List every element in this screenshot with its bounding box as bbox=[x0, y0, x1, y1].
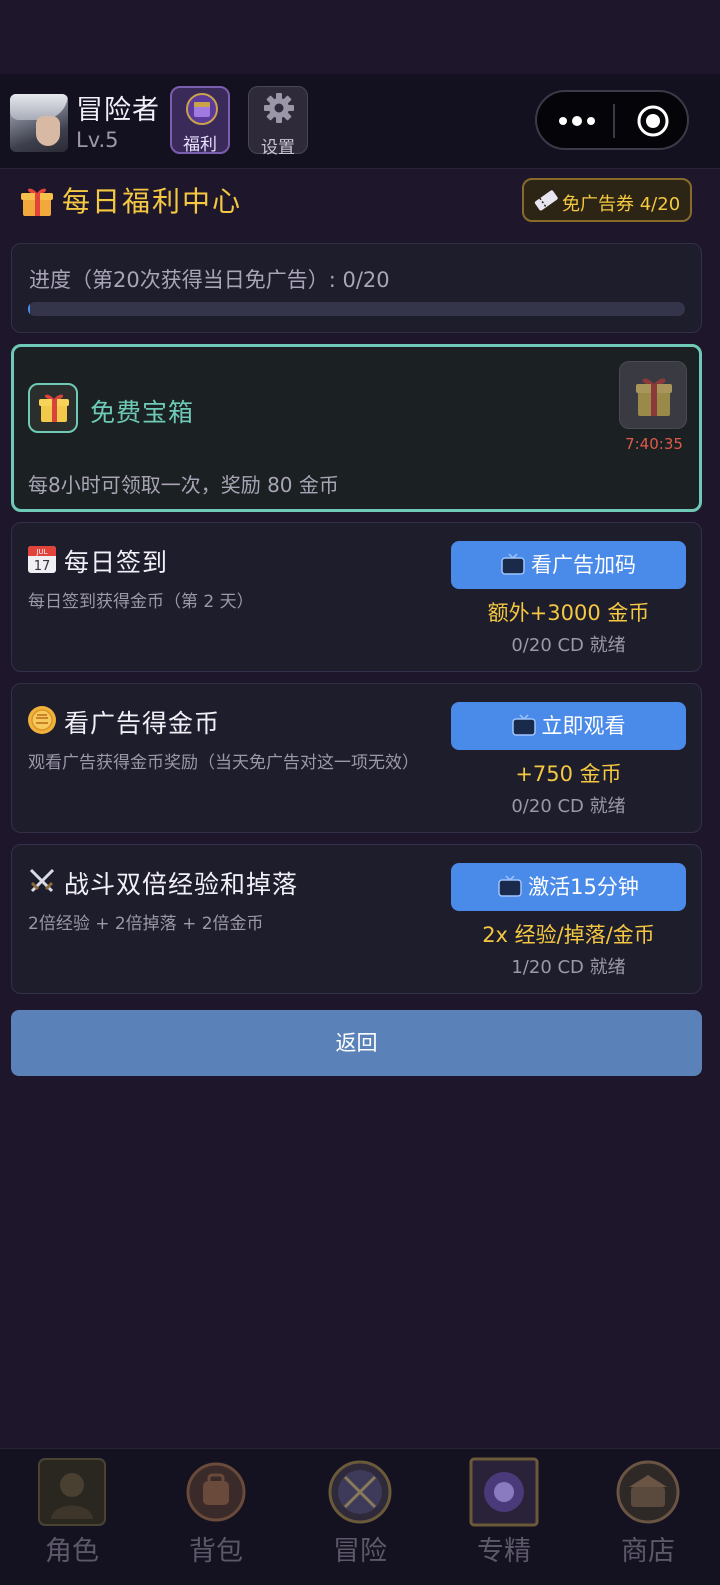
locked-gift-icon bbox=[636, 378, 672, 416]
coin-icon bbox=[28, 706, 56, 734]
mini-program-capsule bbox=[535, 90, 689, 150]
tv-icon bbox=[501, 553, 525, 575]
settings-button[interactable]: 设置 bbox=[248, 86, 308, 158]
welfare-label: 福利 bbox=[183, 135, 217, 155]
character-icon bbox=[38, 1458, 106, 1526]
svg-text:JUL: JUL bbox=[35, 548, 47, 556]
progress-card: 进度（第20次获得当日免广告）: 0/20 bbox=[11, 243, 702, 333]
coupon-count: 免广告券 4/20 bbox=[562, 194, 681, 215]
mastery-icon bbox=[469, 1457, 539, 1527]
task-reward: +750 金币 bbox=[515, 762, 622, 786]
more-icon[interactable] bbox=[557, 110, 597, 132]
task-daily-checkin: JUL 17 每日签到 每日签到获得金币（第 2 天） 看广告加码 额外+300… bbox=[11, 522, 702, 672]
claim-chest-button[interactable] bbox=[619, 361, 687, 429]
nav-label: 背包 bbox=[189, 1536, 243, 1567]
back-button[interactable]: 返回 bbox=[11, 1010, 702, 1076]
task-title: 看广告得金币 bbox=[64, 709, 221, 738]
free-chest-card: 免费宝箱 每8小时可领取一次，奖励 80 金币 7:40:35 bbox=[11, 344, 702, 512]
settings-label: 设置 bbox=[261, 138, 295, 158]
tv-icon bbox=[498, 875, 522, 897]
player-name: 冒险者 bbox=[76, 95, 160, 126]
shop-icon bbox=[616, 1460, 680, 1524]
nav-mastery[interactable]: 专精 bbox=[432, 1449, 576, 1585]
status-bar-area bbox=[0, 0, 720, 74]
page-title: 每日福利中心 bbox=[62, 185, 243, 218]
chest-countdown: 7:40:35 bbox=[625, 435, 683, 453]
nav-label: 冒险 bbox=[333, 1536, 387, 1567]
avatar[interactable] bbox=[10, 94, 68, 152]
task-button-label: 激活15分钟 bbox=[528, 875, 639, 899]
welfare-icon bbox=[186, 93, 218, 125]
progress-label: 进度（第20次获得当日免广告）: 0/20 bbox=[29, 268, 390, 292]
bottom-nav: 角色 背包 冒险 专精 商店 bbox=[0, 1448, 720, 1585]
task-cooldown: 1/20 CD 就绪 bbox=[511, 957, 626, 978]
chest-title: 免费宝箱 bbox=[90, 398, 195, 427]
ad-free-coupon-badge: 免广告券 4/20 bbox=[522, 178, 692, 222]
nav-label: 商店 bbox=[621, 1536, 675, 1567]
chest-gift-icon bbox=[28, 383, 78, 433]
ticket-icon bbox=[534, 190, 558, 211]
progress-bar-fill bbox=[28, 302, 30, 316]
watch-now-button[interactable]: 立即观看 bbox=[451, 702, 686, 750]
capsule-divider bbox=[613, 104, 615, 138]
svg-text:17: 17 bbox=[34, 559, 51, 574]
progress-bar bbox=[28, 302, 685, 316]
nav-backpack[interactable]: 背包 bbox=[144, 1449, 288, 1585]
adventure-icon bbox=[328, 1460, 392, 1524]
nav-label: 专精 bbox=[477, 1536, 531, 1567]
task-cooldown: 0/20 CD 就绪 bbox=[511, 796, 626, 817]
task-reward: 额外+3000 金币 bbox=[487, 601, 650, 625]
close-target-icon[interactable] bbox=[636, 104, 670, 138]
backpack-icon bbox=[186, 1462, 246, 1522]
page-header: 每日福利中心 免广告券 4/20 bbox=[20, 178, 700, 224]
nav-character[interactable]: 角色 bbox=[0, 1449, 144, 1585]
task-cooldown: 0/20 CD 就绪 bbox=[511, 635, 626, 656]
task-subtitle: 2倍经验 + 2倍掉落 + 2倍金币 bbox=[28, 914, 264, 934]
tv-icon bbox=[511, 714, 536, 736]
task-watch-ad-coins: 看广告得金币 观看广告获得金币奖励（当天免广告对这一项无效） 立即观看 +750… bbox=[11, 683, 702, 833]
calendar-icon: JUL 17 bbox=[28, 546, 56, 574]
task-title: 每日签到 bbox=[64, 548, 169, 577]
watch-ad-bonus-button[interactable]: 看广告加码 bbox=[451, 541, 686, 589]
welfare-button[interactable]: 福利 bbox=[170, 86, 230, 155]
crossed-swords-icon bbox=[29, 868, 55, 893]
task-title: 战斗双倍经验和掉落 bbox=[64, 870, 299, 899]
task-reward: 2x 经验/掉落/金币 bbox=[482, 923, 655, 947]
gift-icon bbox=[21, 188, 53, 216]
task-subtitle: 观看广告获得金币奖励（当天免广告对这一项无效） bbox=[28, 753, 419, 773]
nav-shop[interactable]: 商店 bbox=[576, 1449, 720, 1585]
activate-15min-button[interactable]: 激活15分钟 bbox=[451, 863, 686, 911]
task-subtitle: 每日签到获得金币（第 2 天） bbox=[28, 592, 254, 612]
gear-icon bbox=[264, 93, 294, 123]
chest-description: 每8小时可领取一次，奖励 80 金币 bbox=[28, 473, 339, 497]
task-double-exp: 战斗双倍经验和掉落 2倍经验 + 2倍掉落 + 2倍金币 激活15分钟 2x 经… bbox=[11, 844, 702, 994]
player-level: Lv.5 bbox=[76, 128, 119, 152]
nav-label: 角色 bbox=[45, 1536, 99, 1567]
task-button-label: 看广告加码 bbox=[531, 553, 636, 577]
top-bar: 冒险者 Lv.5 福利 设置 bbox=[0, 74, 720, 169]
nav-adventure[interactable]: 冒险 bbox=[288, 1449, 432, 1585]
task-button-label: 立即观看 bbox=[541, 714, 626, 738]
